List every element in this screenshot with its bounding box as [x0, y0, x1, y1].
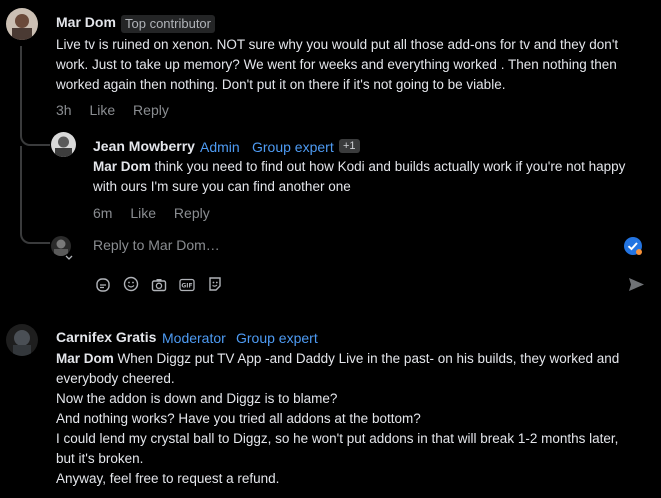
moderator-badge: Moderator	[162, 330, 226, 346]
thread-line	[20, 46, 50, 146]
timestamp[interactable]: 6m	[93, 205, 112, 221]
avatar-carnifex-gratis[interactable]	[6, 324, 38, 356]
checkmark-badge-icon[interactable]	[623, 236, 643, 256]
comment-line: And nothing works? Have you tried all ad…	[56, 411, 421, 426]
author-name[interactable]: Mar Dom	[56, 14, 116, 30]
comment-text: Mar Dom When Diggz put TV App -and Daddy…	[56, 349, 626, 489]
chevron-down-icon[interactable]	[65, 249, 73, 260]
comment-actions: 6m Like Reply	[93, 205, 224, 221]
like-button[interactable]: Like	[89, 102, 115, 118]
group-expert-badge: Group expert	[236, 330, 318, 346]
svg-text:GIF: GIF	[181, 283, 192, 290]
group-expert-badge: Group expert	[252, 139, 334, 155]
author-name[interactable]: Carnifex Gratis	[56, 329, 156, 345]
top-contributor-badge: Top contributor	[121, 15, 215, 33]
admin-badge: Admin	[200, 139, 240, 155]
comment-actions: 3h Like Reply	[56, 102, 183, 118]
comment-line: Now the addon is down and Diggz is to bl…	[56, 391, 338, 406]
like-button[interactable]: Like	[130, 205, 156, 221]
comment-line: Anyway, feel free to request a refund.	[56, 471, 280, 486]
comment-text: Mar Dom think you need to find out how K…	[93, 157, 638, 197]
comment-line-text: When Diggz put TV App -and Daddy Live in…	[56, 351, 620, 386]
mention-link[interactable]: Mar Dom	[56, 351, 114, 366]
timestamp[interactable]: 3h	[56, 102, 72, 118]
thread-line	[20, 146, 50, 244]
comment-line: Mar Dom When Diggz put TV App -and Daddy…	[56, 349, 626, 389]
comment-text: Live tv is ruined on xenon. NOT sure why…	[56, 37, 619, 92]
gif-icon[interactable]: GIF	[179, 277, 195, 293]
more-badges-count[interactable]: +1	[339, 139, 360, 153]
author-name[interactable]: Jean Mowberry	[93, 138, 195, 154]
sticker-icon[interactable]	[95, 277, 111, 293]
reply-button[interactable]: Reply	[133, 102, 169, 118]
comment-body: think you need to find out how Kodi and …	[93, 159, 626, 194]
avatar-mar-dom[interactable]	[6, 8, 38, 40]
mention-link[interactable]: Mar Dom	[93, 159, 151, 174]
avatar-jean-mowberry[interactable]	[51, 132, 76, 157]
avatar-sticker-icon[interactable]	[207, 276, 223, 292]
comment-line: I could lend my crystal ball to Diggz, s…	[56, 431, 619, 466]
emoji-icon[interactable]	[123, 276, 139, 292]
reply-input[interactable]: Reply to Mar Dom…	[93, 237, 220, 253]
reply-button[interactable]: Reply	[174, 205, 210, 221]
send-icon[interactable]	[628, 276, 645, 293]
camera-icon[interactable]	[151, 277, 167, 293]
